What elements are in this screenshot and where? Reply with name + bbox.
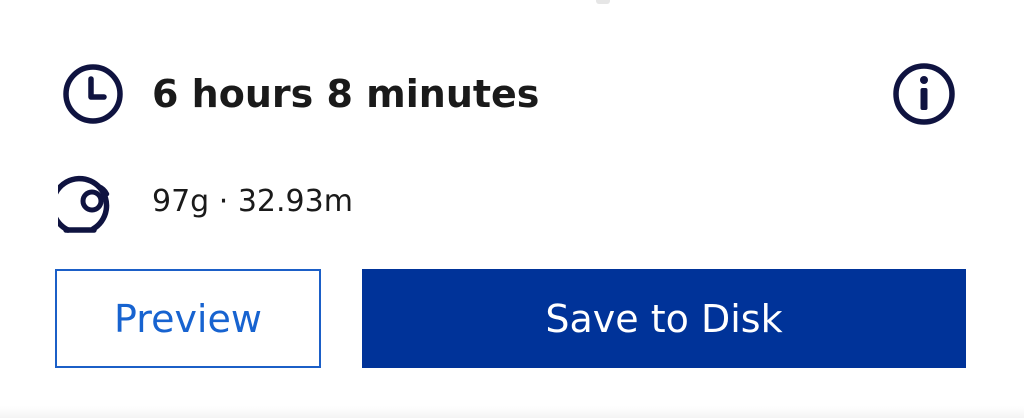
save-to-disk-button[interactable]: Save to Disk — [362, 269, 966, 368]
preview-button[interactable]: Preview — [55, 269, 321, 368]
bottom-edge-shade — [0, 406, 1024, 418]
print-time-label: 6 hours 8 minutes — [152, 72, 540, 116]
save-to-disk-button-label: Save to Disk — [545, 296, 783, 341]
print-summary-panel: 6 hours 8 minutes 97g · 32.93m Preview S… — [0, 0, 1024, 418]
info-icon[interactable] — [888, 62, 960, 126]
print-time-row: 6 hours 8 minutes — [0, 62, 1024, 126]
material-usage-row: 97g · 32.93m — [0, 170, 1024, 234]
preview-button-label: Preview — [114, 296, 262, 341]
material-usage-label: 97g · 32.93m — [152, 184, 353, 219]
top-edge-mark — [596, 0, 610, 4]
filament-spool-icon — [58, 175, 110, 233]
clock-icon — [63, 64, 123, 124]
